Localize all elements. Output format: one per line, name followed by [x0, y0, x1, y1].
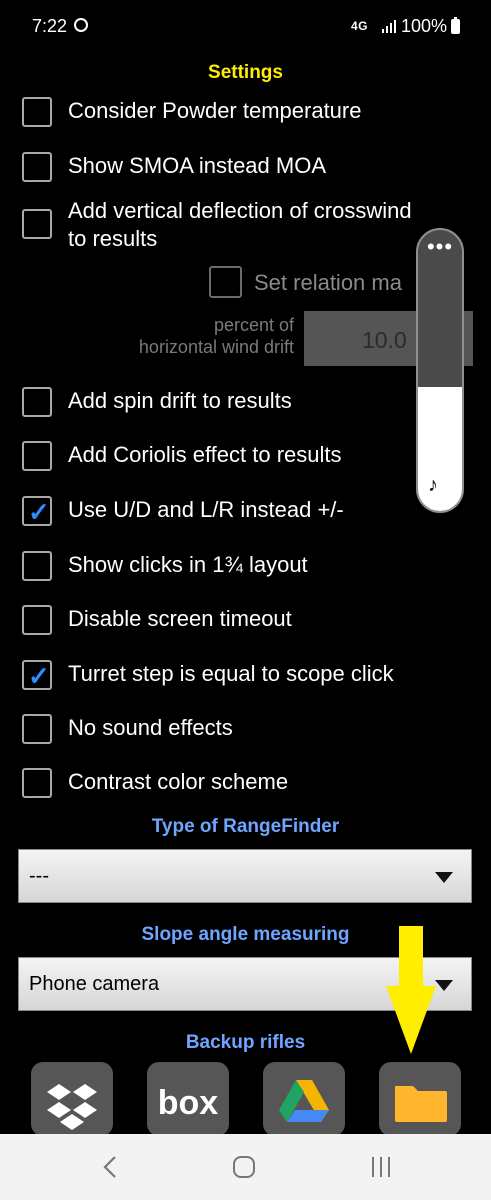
percent-label-line-2: horizontal wind drift [138, 337, 294, 357]
screen-timeout-checkbox[interactable] [22, 605, 52, 635]
rangefinder-title: Type of RangeFinder [151, 816, 340, 837]
set-relation-label-start: Set relation ma [254, 270, 402, 295]
clicks-layout-checkbox[interactable] [22, 551, 52, 581]
battery-icon [451, 17, 460, 34]
more-options-icon[interactable]: ••• [418, 236, 462, 258]
option-clicks-layout[interactable]: Show clicks in 1¾ layout [22, 551, 308, 581]
ud-lr-checkbox[interactable]: ✓ [22, 496, 52, 527]
percent-label: percent of horizontal wind drift [100, 314, 294, 358]
status-time: 7:22 [32, 16, 68, 36]
folder-icon [395, 1086, 447, 1122]
option-label: Turret step is equal to scope click [68, 661, 394, 686]
option-label: Add Coriolis effect to results [68, 442, 342, 467]
option-smoa[interactable]: Show SMOA instead MOA [22, 152, 326, 182]
app-notification-icon [74, 18, 88, 32]
no-sound-checkbox[interactable] [22, 714, 52, 744]
google-drive-button[interactable] [263, 1062, 345, 1136]
option-label: Disable screen timeout [68, 606, 292, 631]
option-label: Add vertical deflection of crosswind to … [68, 197, 412, 253]
option-coriolis[interactable]: Add Coriolis effect to results [22, 441, 342, 471]
option-spin-drift[interactable]: Add spin drift to results [22, 387, 292, 417]
network-indicator: 4G [351, 19, 369, 33]
dropdown-arrow-icon [435, 872, 453, 883]
box-button[interactable]: box [147, 1062, 229, 1136]
option-label: Contrast color scheme [68, 769, 289, 794]
signal-icon [382, 19, 396, 33]
set-relation-checkbox[interactable] [209, 266, 242, 298]
contrast-checkbox[interactable] [22, 768, 52, 798]
dropbox-icon [47, 1084, 97, 1130]
dropbox-button[interactable] [31, 1062, 113, 1136]
option-label-line-2: to results [68, 226, 158, 251]
option-vertical-deflection[interactable]: Add vertical deflection of crosswind to … [22, 197, 412, 253]
folder-button[interactable] [379, 1062, 461, 1136]
percent-label-line-1: percent of [213, 315, 294, 335]
option-powder-temperature[interactable]: Consider Powder temperature [22, 97, 361, 127]
rangefinder-value: --- [29, 865, 49, 887]
battery-percent: 100% [401, 16, 448, 36]
status-bar: 7:22 4G 100% [0, 0, 491, 52]
option-screen-timeout[interactable]: Disable screen timeout [22, 605, 292, 635]
media-volume-icon[interactable]: ♪ [428, 474, 438, 497]
settings-title: Settings [208, 62, 283, 83]
rangefinder-select[interactable]: --- [18, 849, 472, 903]
option-turret-step[interactable]: ✓ Turret step is equal to scope click [22, 660, 394, 691]
powder-temperature-checkbox[interactable] [22, 97, 52, 127]
option-label: Add spin drift to results [68, 388, 292, 413]
option-label: Show SMOA instead MOA [68, 153, 326, 178]
smoa-checkbox[interactable] [22, 152, 52, 182]
spin-drift-checkbox[interactable] [22, 387, 52, 417]
vertical-deflection-checkbox[interactable] [22, 209, 52, 239]
yellow-arrow-annotation [386, 926, 436, 1054]
coriolis-checkbox[interactable] [22, 441, 52, 471]
back-icon[interactable] [100, 1154, 120, 1180]
slope-value: Phone camera [29, 973, 160, 995]
checkmark-icon: ✓ [28, 497, 50, 527]
option-label: Show clicks in 1¾ layout [68, 552, 308, 577]
box-logo-text: box [158, 1084, 219, 1122]
volume-slider-fill[interactable] [418, 387, 462, 511]
navigation-bar [0, 1134, 491, 1200]
option-label: Use U/D and L/R instead +/- [68, 497, 344, 522]
turret-step-checkbox[interactable]: ✓ [22, 660, 52, 691]
dropdown-arrow-icon [435, 980, 453, 991]
box-icon: box [158, 1084, 219, 1122]
option-no-sound[interactable]: No sound effects [22, 714, 233, 744]
option-ud-lr[interactable]: ✓ Use U/D and L/R instead +/- [22, 496, 344, 527]
recent-apps-icon[interactable] [372, 1157, 392, 1177]
option-label: Consider Powder temperature [68, 98, 362, 123]
home-icon[interactable] [233, 1156, 255, 1178]
option-contrast[interactable]: Contrast color scheme [22, 768, 288, 798]
checkmark-icon: ✓ [28, 661, 50, 691]
volume-panel[interactable]: ••• ♪ [416, 228, 464, 513]
option-label: No sound effects [68, 715, 233, 740]
option-label-line-1: Add vertical deflection of crosswind [68, 198, 412, 223]
google-drive-icon [279, 1080, 329, 1122]
